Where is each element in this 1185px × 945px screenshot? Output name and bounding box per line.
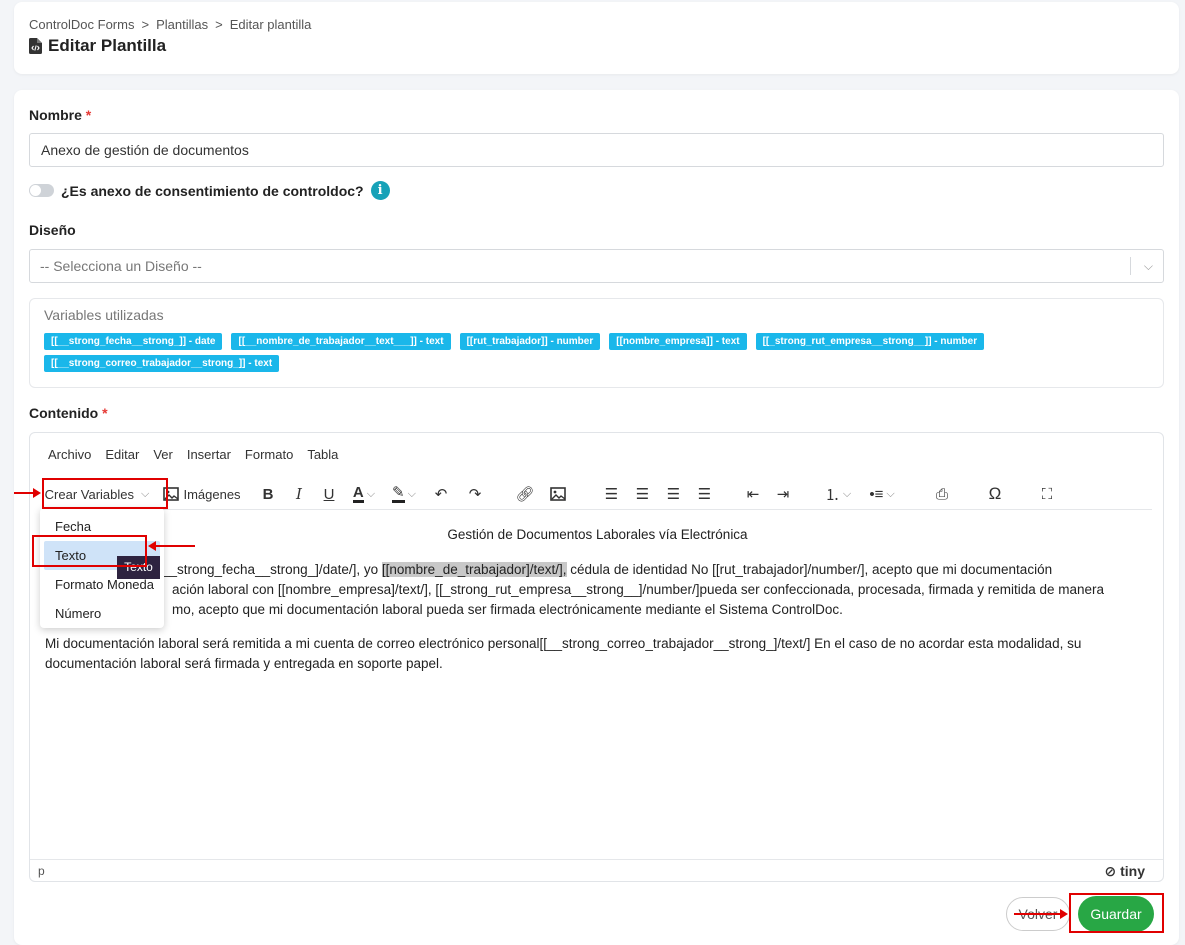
page-title: Editar Plantilla	[29, 36, 166, 56]
nombre-input[interactable]: Anexo de gestión de documentos	[29, 133, 1164, 167]
element-path[interactable]: p	[38, 864, 45, 878]
paragraph-1-line-3: mo, acepto que mi documentación laboral …	[172, 602, 843, 617]
info-icon[interactable]: i	[370, 181, 390, 200]
annotation-arrow-crear-variables	[14, 488, 41, 498]
special-character-icon[interactable]: Ω	[978, 481, 1012, 507]
toolbar-spacer	[720, 481, 738, 507]
bullet-list-icon[interactable]: •≡ ⌵	[860, 481, 904, 507]
contenido-label: Contenido *	[29, 405, 108, 421]
toolbar-divider	[44, 509, 1152, 510]
editor-toolbar: Crear Variables ⌵ Imágenes B I U A ⌵ ✎ ⌵ ↶ …	[42, 481, 1152, 507]
menu-archivo[interactable]: Archivo	[48, 447, 91, 462]
align-left-icon[interactable]: ☰	[596, 481, 627, 507]
file-code-icon	[29, 38, 42, 54]
editor-menubar: Archivo Editar Ver Insertar Formato Tabl…	[48, 447, 338, 462]
variable-chip: [[__nombre_de_trabajador__text___]] - te…	[231, 333, 451, 350]
breadcrumb: ControlDoc Forms > Plantillas > Editar plant…	[29, 17, 311, 32]
variables-chip-list: [[__strong_fecha__strong_]] - date [[__n…	[44, 333, 1149, 372]
breadcrumb-separator: >	[141, 17, 150, 32]
editor-statusbar: p ⊘ tiny	[30, 859, 1163, 881]
rich-text-editor[interactable]: Archivo Editar Ver Insertar Formato Tabl…	[29, 432, 1164, 882]
link-icon[interactable]: 🔗︎	[508, 481, 542, 507]
toolbar-spacer	[492, 481, 508, 507]
diseno-select-placeholder: -- Selecciona un Diseño --	[40, 258, 202, 274]
highlight-color-icon[interactable]: ✎ ⌵	[384, 481, 424, 507]
italic-icon[interactable]: I	[284, 481, 314, 507]
outdent-icon[interactable]: ⇤	[738, 481, 768, 507]
consent-toggle-label: ¿Es anexo de consentimiento de controldo…	[61, 182, 364, 199]
menu-ver[interactable]: Ver	[153, 447, 173, 462]
main-card: Nombre * Anexo de gestión de documentos …	[14, 90, 1179, 945]
numbered-list-icon[interactable]: ⒈ ⌵	[816, 481, 860, 507]
redo-icon[interactable]: ↷	[458, 481, 492, 507]
menu-formato[interactable]: Formato	[245, 447, 293, 462]
document-title: Gestión de Documentos Laborales vía Elec…	[447, 527, 748, 542]
variable-chip: [[rut_trabajador]] - number	[459, 333, 601, 350]
underline-icon[interactable]: U	[314, 481, 344, 507]
diseno-select[interactable]: -- Selecciona un Diseño -- ⌵	[29, 249, 1164, 283]
paragraph-1-line-2: ación laboral con [[nombre_empresa]/text…	[172, 582, 1105, 597]
highlighted-variable: [[nombre_de_trabajador]/text/],	[381, 562, 567, 577]
indent-icon[interactable]: ⇥	[768, 481, 798, 507]
toolbar-spacer	[574, 481, 596, 507]
chevron-down-icon: ⌵	[1143, 259, 1153, 273]
paragraph-2: Mi documentación laboral será remitida a…	[45, 636, 1082, 671]
align-justify-icon[interactable]: ☰	[689, 481, 720, 507]
paragraph-1: __strong_fecha__strong_]/date/], yo [[no…	[45, 560, 1150, 620]
variables-title: Variables utilizadas	[44, 307, 164, 323]
breadcrumb-item-editar: Editar plantilla	[229, 17, 312, 32]
toolbar-spacer	[958, 481, 978, 507]
paragraph-1-text: __strong_fecha__strong_]/date/], yo	[162, 562, 382, 577]
menu-tabla[interactable]: Tabla	[307, 447, 338, 462]
editor-content[interactable]: Gestión de Documentos Laborales vía Elec…	[45, 525, 1150, 688]
tiny-brand-text: tiny	[1120, 863, 1145, 879]
diseno-label: Diseño	[29, 222, 76, 238]
toolbar-spacer	[1012, 481, 1032, 507]
text-color-icon[interactable]: A ⌵	[344, 481, 384, 507]
variable-chip: [[__strong_correo_trabajador__strong_]] …	[44, 355, 280, 372]
insert-image-icon[interactable]	[542, 481, 574, 507]
toolbar-spacer	[904, 481, 926, 507]
tiny-logo[interactable]: ⊘ tiny	[1104, 863, 1145, 880]
annotation-arrow-texto	[148, 541, 195, 551]
consent-toggle-row: ¿Es anexo de consentimiento de controldo…	[29, 181, 390, 200]
paragraph-1-text: cédula de identidad No [[rut_trabajador]…	[566, 562, 1053, 577]
print-icon[interactable]: ⎙	[926, 481, 958, 507]
select-separator	[1130, 257, 1131, 275]
annotation-box-crear-variables	[42, 478, 168, 509]
annotation-box-texto	[32, 535, 147, 567]
dropdown-item-numero[interactable]: Número	[40, 599, 164, 628]
consent-toggle[interactable]	[29, 184, 54, 197]
menu-editar[interactable]: Editar	[105, 447, 139, 462]
undo-icon[interactable]: ↶	[424, 481, 458, 507]
bold-icon[interactable]: B	[252, 481, 284, 507]
align-right-icon[interactable]: ☰	[658, 481, 689, 507]
align-center-icon[interactable]: ☰	[627, 481, 658, 507]
breadcrumb-separator: >	[215, 17, 223, 32]
variable-chip: [[_strong_rut_empresa__strong__]] - numb…	[755, 333, 985, 350]
variable-chip: [[nombre_empresa]] - text	[609, 333, 747, 350]
breadcrumb-item-plantillas[interactable]: Plantillas	[156, 17, 208, 32]
page-title-text: Editar Plantilla	[48, 36, 167, 55]
header-card: ControlDoc Forms > Plantillas > Editar plant…	[14, 2, 1179, 74]
annotation-arrow-guardar	[1014, 909, 1068, 919]
menu-insertar[interactable]: Insertar	[187, 447, 231, 462]
toolbar-spacer	[798, 481, 816, 507]
fullscreen-icon[interactable]: ⛶	[1032, 481, 1062, 507]
annotation-box-guardar	[1069, 893, 1164, 933]
variable-chip: [[__strong_fecha__strong_]] - date	[44, 333, 223, 350]
breadcrumb-item-controldoc[interactable]: ControlDoc Forms	[29, 17, 134, 32]
imagenes-label: Imágenes	[183, 486, 241, 502]
variables-box: Variables utilizadas [[__strong_fecha__s…	[29, 298, 1164, 388]
nombre-label: Nombre *	[29, 107, 92, 123]
